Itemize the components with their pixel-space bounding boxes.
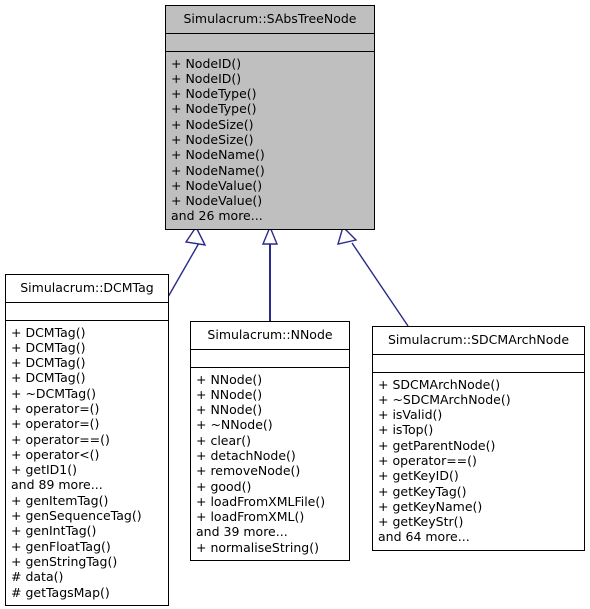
member: + DCMTag() <box>11 355 86 371</box>
member: + getKeyTag() <box>378 483 467 499</box>
class-title-sabstreenode: Simulacrum::SAbsTreeNode <box>166 6 374 34</box>
class-operations-sdcmarchnode: + SDCMArchNode() + ~SDCMArchNode() + isV… <box>373 373 584 550</box>
member: + operator==() <box>378 452 477 468</box>
member: + DCMTag() <box>11 339 86 355</box>
member: + genItemTag() <box>11 492 109 508</box>
edge-dcmtag-to-sabstreenode <box>167 225 207 298</box>
member: + isTop() <box>378 422 434 438</box>
member-more: and 64 more... <box>378 529 470 545</box>
member: + loadFromXML() <box>196 509 305 525</box>
member: + NNode() <box>196 386 263 402</box>
class-node-sabstreenode[interactable]: Simulacrum::SAbsTreeNode + NodeID() + No… <box>165 5 375 230</box>
member-more: and 39 more... <box>196 524 288 540</box>
member: + ~NNode() <box>196 417 273 433</box>
member-more: and 26 more... <box>171 208 263 224</box>
member: + DCMTag() <box>11 324 86 340</box>
member: + getKeyName() <box>378 498 483 514</box>
member: + ~SDCMArchNode() <box>378 391 511 407</box>
member: + genFloatTag() <box>11 538 111 554</box>
member: + NodeType() <box>171 101 257 117</box>
class-attributes-nnode <box>191 350 349 368</box>
member: + operator==() <box>11 431 110 447</box>
member: + NodeSize() <box>171 131 254 147</box>
class-title-nnode: Simulacrum::NNode <box>191 322 349 350</box>
member: # getTagsMap() <box>11 584 110 600</box>
class-attributes-sabstreenode <box>166 34 374 52</box>
class-node-dcmtag[interactable]: Simulacrum::DCMTag + DCMTag() + DCMTag()… <box>5 274 169 606</box>
class-operations-nnode: + NNode() + NNode() + NNode() + ~NNode()… <box>191 368 349 561</box>
member: + loadFromXMLFile() <box>196 493 326 509</box>
member: + ~DCMTag() <box>11 385 96 401</box>
member: + isValid() <box>378 407 443 423</box>
member: + NodeID() <box>171 70 242 86</box>
member: + NodeID() <box>171 55 242 71</box>
member: + operator=() <box>11 416 100 432</box>
class-operations-dcmtag: + DCMTag() + DCMTag() + DCMTag() + DCMTa… <box>6 321 168 605</box>
member: + genStringTag() <box>11 553 118 569</box>
member: + genSequenceTag() <box>11 508 142 524</box>
member: + good() <box>196 478 252 494</box>
member: + NNode() <box>196 371 263 387</box>
class-attributes-sdcmarchnode <box>373 355 584 373</box>
member: + operator=() <box>11 400 100 416</box>
member: + NodeValue() <box>171 193 263 209</box>
member: + NodeType() <box>171 86 257 102</box>
member: + NodeValue() <box>171 177 263 193</box>
edge-sdcmarchnode-to-sabstreenode <box>336 225 409 327</box>
uml-class-diagram: Simulacrum::SAbsTreeNode + NodeID() + No… <box>0 0 590 609</box>
member: + NodeName() <box>171 162 265 178</box>
member: + getID1() <box>11 462 77 478</box>
class-title-dcmtag: Simulacrum::DCMTag <box>6 275 168 303</box>
member-more: and 89 more... <box>11 477 103 493</box>
member: + detachNode() <box>196 447 296 463</box>
member: + normaliseString() <box>196 539 319 555</box>
class-node-sdcmarchnode[interactable]: Simulacrum::SDCMArchNode + SDCMArchNode(… <box>372 326 585 551</box>
edge-nnode-to-sabstreenode <box>261 225 279 321</box>
member: + removeNode() <box>196 463 301 479</box>
member: + SDCMArchNode() <box>378 376 501 392</box>
member: + clear() <box>196 432 252 448</box>
class-attributes-dcmtag <box>6 303 168 321</box>
class-title-sdcmarchnode: Simulacrum::SDCMArchNode <box>373 327 584 355</box>
member: + NNode() <box>196 402 263 418</box>
member: + DCMTag() <box>11 370 86 386</box>
class-operations-sabstreenode: + NodeID() + NodeID() + NodeType() + Nod… <box>166 52 374 229</box>
class-node-nnode[interactable]: Simulacrum::NNode + NNode() + NNode() + … <box>190 321 350 562</box>
member: + getParentNode() <box>378 437 496 453</box>
member: + operator<() <box>11 446 100 462</box>
member: + getKeyID() <box>378 468 459 484</box>
member: + getKeyStr() <box>378 514 464 530</box>
member: + NodeName() <box>171 147 265 163</box>
member: # data() <box>11 569 64 585</box>
member: + genIntTag() <box>11 523 97 539</box>
member: + NodeSize() <box>171 116 254 132</box>
